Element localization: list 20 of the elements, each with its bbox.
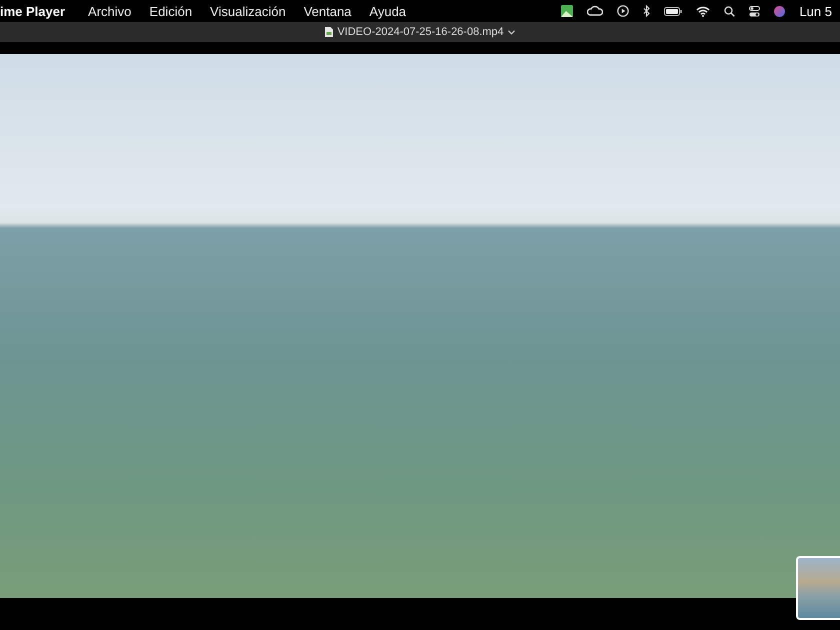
- menu-item[interactable]: Edición: [140, 4, 202, 18]
- menu-item[interactable]: Ventana: [294, 4, 360, 18]
- play-circle-icon[interactable]: [617, 5, 630, 17]
- cloud-icon[interactable]: [587, 5, 604, 17]
- search-icon[interactable]: [724, 6, 736, 16]
- menu-item[interactable]: Ayuda: [360, 4, 416, 18]
- window-title: VIDEO-2024-07-25-16-26-08.mp4: [337, 26, 504, 38]
- control-center-icon[interactable]: [749, 6, 760, 16]
- wifi-icon[interactable]: [696, 6, 710, 16]
- app-name[interactable]: ime Player: [0, 4, 80, 18]
- screenshot-thumbnail[interactable]: [796, 556, 840, 620]
- orb-icon[interactable]: [774, 6, 786, 16]
- menu-item[interactable]: Visualización: [201, 4, 295, 18]
- bluetooth-icon[interactable]: [643, 5, 650, 17]
- document-icon: [325, 27, 334, 37]
- menu-bar-clock[interactable]: Lun 5: [799, 4, 832, 18]
- menu-item[interactable]: Archivo: [79, 4, 140, 18]
- chevron-down-icon[interactable]: [508, 30, 515, 34]
- battery-icon[interactable]: [664, 6, 682, 16]
- image-icon[interactable]: [561, 5, 574, 17]
